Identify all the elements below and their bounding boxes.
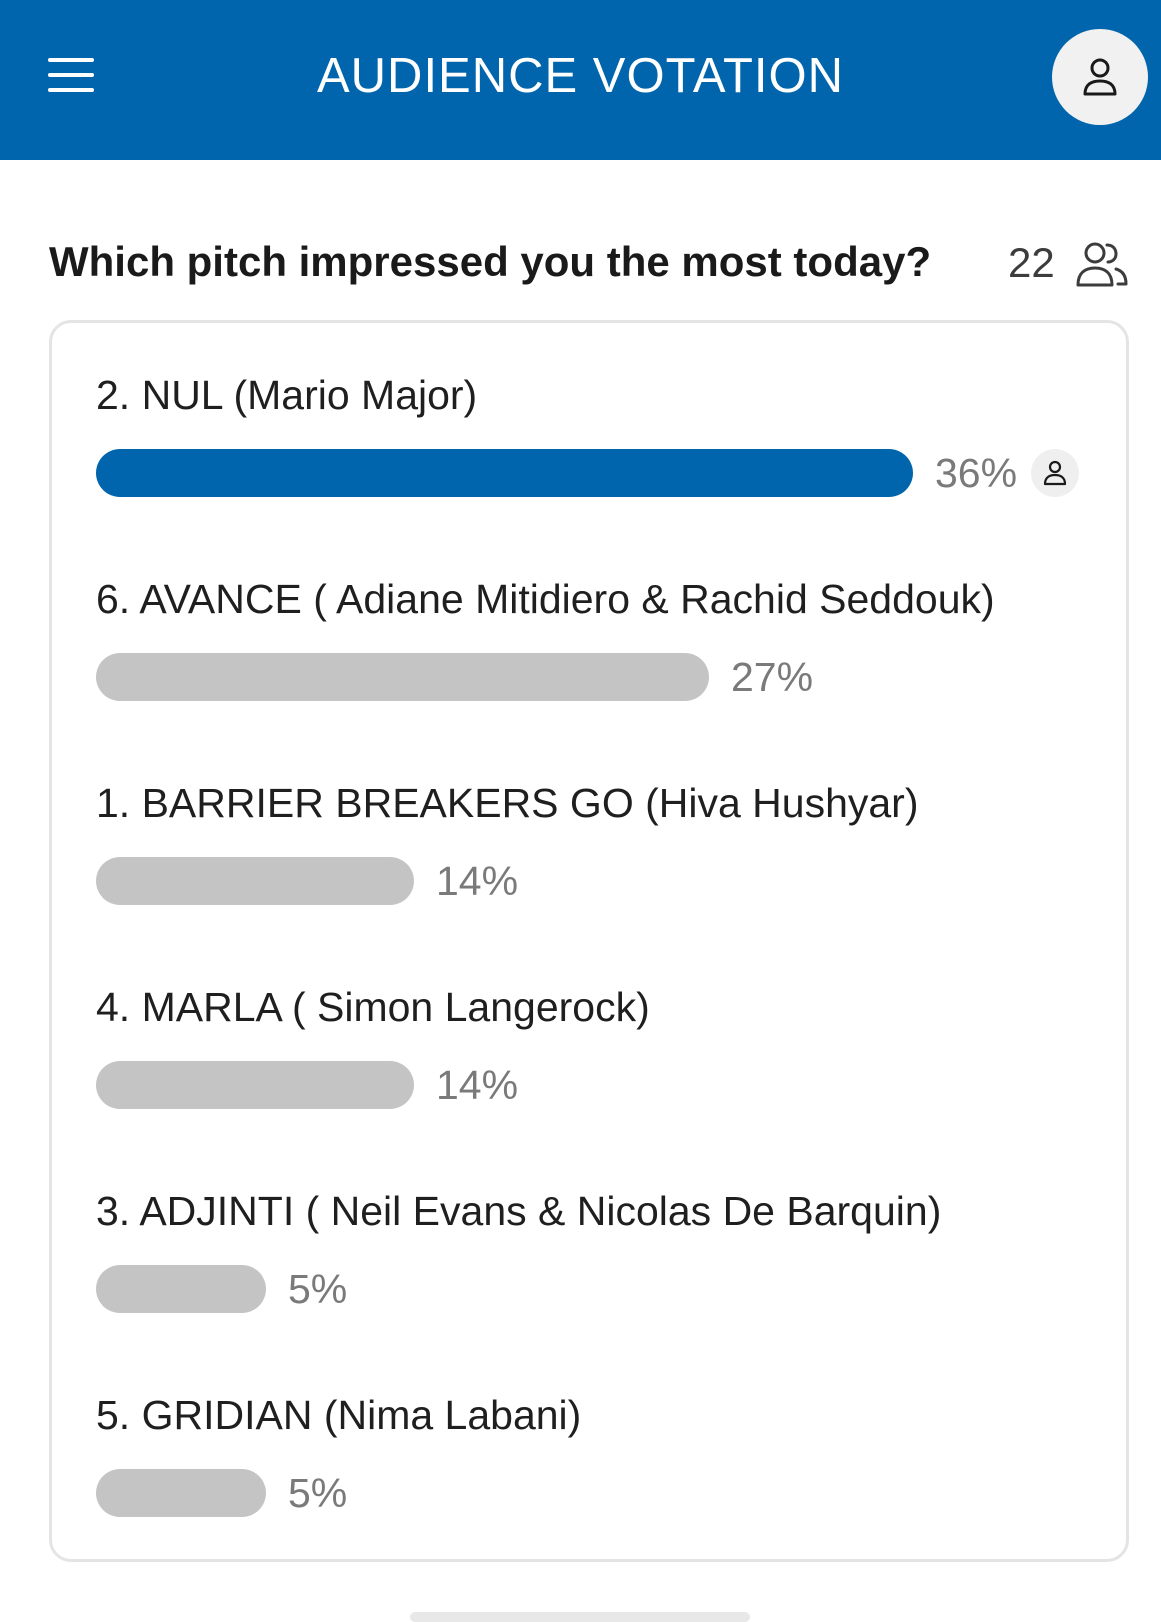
user-icon [1083,58,1117,96]
percent-label: 36% [935,450,1018,496]
percent-label: 5% [288,1470,348,1516]
percent-label: 14% [436,1062,519,1108]
user-icon [1043,460,1067,486]
poll-option[interactable]: 3. ADJINTI ( Neil Evans & Nicolas De Bar… [96,1134,1096,1313]
result-bar [96,1265,266,1313]
poll-option[interactable]: 6. AVANCE ( Adiane Mitidiero & Rachid Se… [96,522,1096,701]
option-label: 1. BARRIER BREAKERS GO (Hiva Hushyar) [96,780,919,826]
option-label: 5. GRIDIAN (Nima Labani) [96,1392,582,1438]
percent-label: 14% [436,858,519,904]
people-icon [1076,242,1128,287]
home-indicator [410,1612,750,1622]
option-label: 4. MARLA ( Simon Langerock) [96,984,650,1030]
poll-option[interactable]: 2. NUL (Mario Major) 36% [96,318,1096,497]
poll-option[interactable]: 5. GRIDIAN (Nima Labani) 5% [96,1338,1096,1517]
result-bar [96,1061,414,1109]
poll-option[interactable]: 4. MARLA ( Simon Langerock) 14% [96,930,1096,1109]
percent-label: 5% [288,1266,348,1312]
participant-count: 22 [1008,239,1055,286]
result-bar [96,653,709,701]
option-label: 3. ADJINTI ( Neil Evans & Nicolas De Bar… [96,1188,942,1234]
profile-button[interactable] [1052,29,1148,125]
result-bar [96,449,913,497]
app-header: AUDIENCE VOTATION [0,0,1161,160]
result-bar [96,857,414,905]
option-label: 6. AVANCE ( Adiane Mitidiero & Rachid Se… [96,576,995,622]
option-label: 2. NUL (Mario Major) [96,372,478,418]
result-bar [96,1469,266,1517]
my-vote-badge [1031,449,1079,497]
poll-question: Which pitch impressed you the most today… [49,238,932,285]
poll-results-card: 2. NUL (Mario Major) 36% 6. AVANCE ( Adian… [49,320,1129,1562]
percent-label: 27% [731,654,814,700]
page-title: AUDIENCE VOTATION [316,49,844,103]
poll-option[interactable]: 1. BARRIER BREAKERS GO (Hiva Hushyar) 14% [96,726,1096,905]
